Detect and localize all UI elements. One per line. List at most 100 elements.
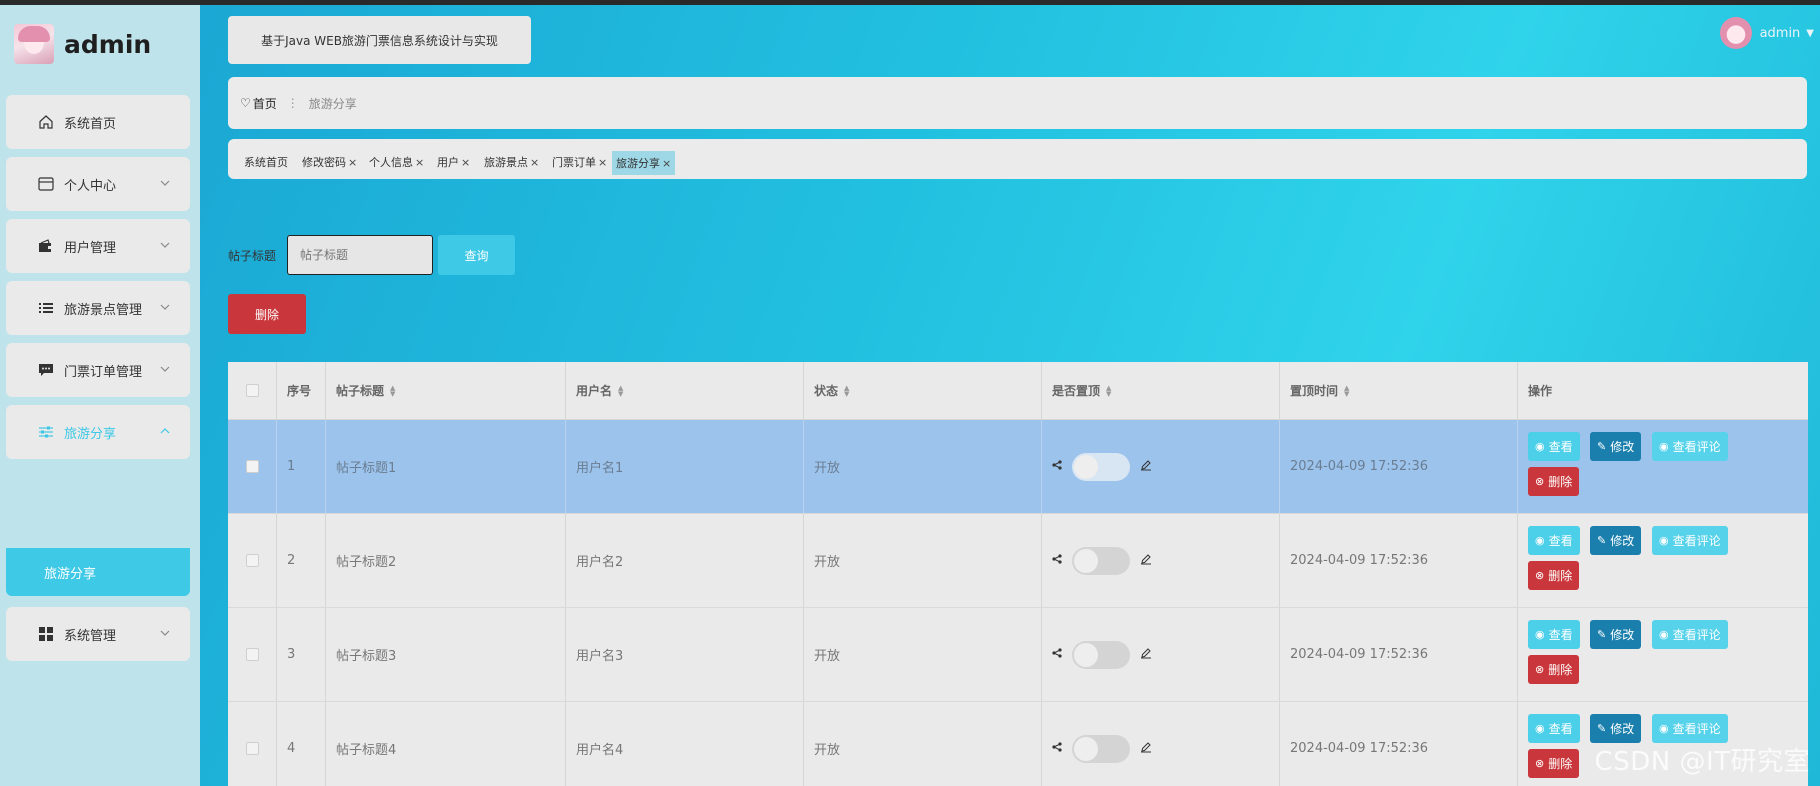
cell-status: 开放 [804, 608, 1042, 701]
sliders-icon [36, 422, 56, 442]
cell-title: 帖子标题4 [326, 702, 566, 786]
cell-index: 1 [277, 420, 326, 513]
close-icon[interactable]: × [598, 156, 607, 169]
edit-button[interactable]: ✎ 修改 [1590, 432, 1642, 461]
tab-personal-info[interactable]: 个人信息 × [365, 151, 428, 173]
row-select[interactable] [228, 514, 277, 607]
table-row[interactable]: 2 帖子标题2 用户名2 开放 2024-04-09 17:52:36 ◉ 查看… [228, 514, 1808, 608]
tab-scenic-spots[interactable]: 旅游景点 × [480, 151, 543, 173]
tab-label: 旅游分享 [616, 157, 660, 170]
cell-actions: ◉ 查看 ✎ 修改 ◉ 查看评论 ⊗ 删除 [1518, 420, 1808, 513]
column-header: 序号 [277, 362, 326, 419]
edit-button[interactable]: ✎ 修改 [1590, 620, 1642, 649]
cell-pin-time: 2024-04-09 17:52:36 [1280, 420, 1518, 513]
table-row[interactable]: 4 帖子标题4 用户名4 开放 2024-04-09 17:52:36 ◉ 查看… [228, 702, 1808, 786]
header-select-all[interactable] [228, 362, 277, 419]
close-icon[interactable]: × [348, 156, 357, 169]
column-header[interactable]: 用户名 ▲ ▼ [566, 362, 804, 419]
chevron-down-icon [158, 176, 172, 190]
sidebar-item-scenic-management[interactable]: 旅游景点管理 [6, 281, 190, 335]
tabs-bar: 系统首页 修改密码 × 个人信息 × 用户 × 旅游景点 × 门票订单 × 旅游分享 × [228, 139, 1807, 179]
user-menu[interactable]: admin ▼ [1719, 17, 1814, 49]
sidebar-item-home[interactable]: 系统首页 [6, 95, 190, 149]
sidebar-subitem-label: 旅游分享 [44, 566, 97, 582]
cell-username: 用户名4 [566, 702, 804, 786]
close-icon[interactable]: × [415, 156, 424, 169]
share-icon [1052, 741, 1062, 756]
sort-icon[interactable]: ▲ ▼ [618, 384, 623, 397]
sidebar-item-ticket-orders[interactable]: 门票订单管理 [6, 343, 190, 397]
checkbox[interactable] [245, 742, 259, 755]
table-row[interactable]: 1 帖子标题1 用户名1 开放 2024-04-09 17:52:36 ◉ 查看… [228, 420, 1808, 514]
row-select[interactable] [228, 420, 277, 513]
search-button[interactable]: 查询 [438, 235, 515, 275]
view-comments-button[interactable]: ◉ 查看评论 [1652, 432, 1728, 461]
window-top-border [0, 0, 1820, 5]
cell-pinned [1042, 608, 1280, 701]
column-header[interactable]: 状态 ▲ ▼ [804, 362, 1042, 419]
view-comments-button[interactable]: ◉ 查看评论 [1652, 526, 1728, 555]
cell-pinned [1042, 702, 1280, 786]
column-header[interactable]: 置顶时间 ▲ ▼ [1280, 362, 1518, 419]
table-row[interactable]: 3 帖子标题3 用户名3 开放 2024-04-09 17:52:36 ◉ 查看… [228, 608, 1808, 702]
delete-button[interactable]: ⊗ 删除 [1528, 467, 1580, 496]
cell-status: 开放 [804, 420, 1042, 513]
close-icon[interactable]: × [461, 156, 470, 169]
eye-icon: ◉ [1659, 723, 1669, 735]
delete-button[interactable]: ⊗ 删除 [1528, 561, 1580, 590]
sidebar-subitem-travel-share[interactable]: 旅游分享 [6, 548, 190, 596]
pin-toggle[interactable] [1072, 546, 1130, 575]
checkbox[interactable] [245, 460, 259, 473]
close-icon[interactable]: × [662, 157, 671, 170]
pin-toggle[interactable] [1072, 640, 1130, 669]
eye-icon: ◉ [1659, 535, 1669, 547]
tab-home[interactable]: 系统首页 [240, 151, 292, 173]
sidebar-item-travel-share[interactable]: 旅游分享 [6, 405, 190, 459]
eye-icon: ◉ [1659, 629, 1669, 641]
view-comments-button[interactable]: ◉ 查看评论 [1652, 714, 1728, 743]
sort-icon[interactable]: ▲ ▼ [1106, 384, 1111, 397]
sidebar-item-system-management[interactable]: 系统管理 [6, 607, 190, 661]
view-button[interactable]: ◉ 查看 [1528, 620, 1580, 649]
edit-button[interactable]: ✎ 修改 [1590, 526, 1642, 555]
column-header[interactable]: 是否置顶 ▲ ▼ [1042, 362, 1280, 419]
column-header[interactable]: 帖子标题 ▲ ▼ [326, 362, 566, 419]
cell-pin-time: 2024-04-09 17:52:36 [1280, 514, 1518, 607]
list-icon [36, 298, 56, 318]
delete-button[interactable]: ⊗ 删除 [1528, 749, 1580, 778]
view-comments-button[interactable]: ◉ 查看评论 [1652, 620, 1728, 649]
cell-pinned [1042, 514, 1280, 607]
view-button[interactable]: ◉ 查看 [1528, 526, 1580, 555]
delete-button[interactable]: ⊗ 删除 [1528, 655, 1580, 684]
sort-icon[interactable]: ▲ ▼ [1344, 384, 1349, 397]
breadcrumb: ♡ 首页 ⋮ 旅游分享 [228, 77, 1807, 129]
sidebar-item-personal-center[interactable]: 个人中心 [6, 157, 190, 211]
row-select[interactable] [228, 608, 277, 701]
checkbox[interactable] [245, 648, 259, 661]
view-button[interactable]: ◉ 查看 [1528, 432, 1580, 461]
batch-delete-button[interactable]: 删除 [228, 294, 306, 334]
sort-icon[interactable]: ▲ ▼ [390, 384, 395, 397]
pin-toggle[interactable] [1072, 734, 1130, 763]
close-icon[interactable]: × [530, 156, 539, 169]
row-select[interactable] [228, 702, 277, 786]
breadcrumb-home[interactable]: ♡ 首页 [240, 95, 277, 112]
cell-pin-time: 2024-04-09 17:52:36 [1280, 608, 1518, 701]
tab-label: 用户 [437, 156, 459, 169]
checkbox[interactable] [245, 554, 259, 567]
breadcrumb-home-label: 首页 [252, 96, 277, 111]
view-button[interactable]: ◉ 查看 [1528, 714, 1580, 743]
brand-name: admin [64, 29, 152, 59]
checkbox[interactable] [245, 384, 259, 397]
tab-change-password[interactable]: 修改密码 × [298, 151, 361, 173]
sidebar-item-user-management[interactable]: 用户管理 [6, 219, 190, 273]
search-input[interactable] [287, 235, 433, 275]
tab-ticket-orders[interactable]: 门票订单 × [548, 151, 611, 173]
sidebar: admin 系统首页 个人中心 用户管理 旅游景点管理 门票订单管理 旅游分享 … [0, 5, 200, 786]
tab-users[interactable]: 用户 × [433, 151, 474, 173]
edit-button[interactable]: ✎ 修改 [1590, 714, 1642, 743]
heart-icon: ♡ [240, 96, 251, 110]
tab-travel-share[interactable]: 旅游分享 × [612, 151, 676, 175]
sort-icon[interactable]: ▲ ▼ [844, 384, 849, 397]
pin-toggle[interactable] [1072, 452, 1130, 481]
